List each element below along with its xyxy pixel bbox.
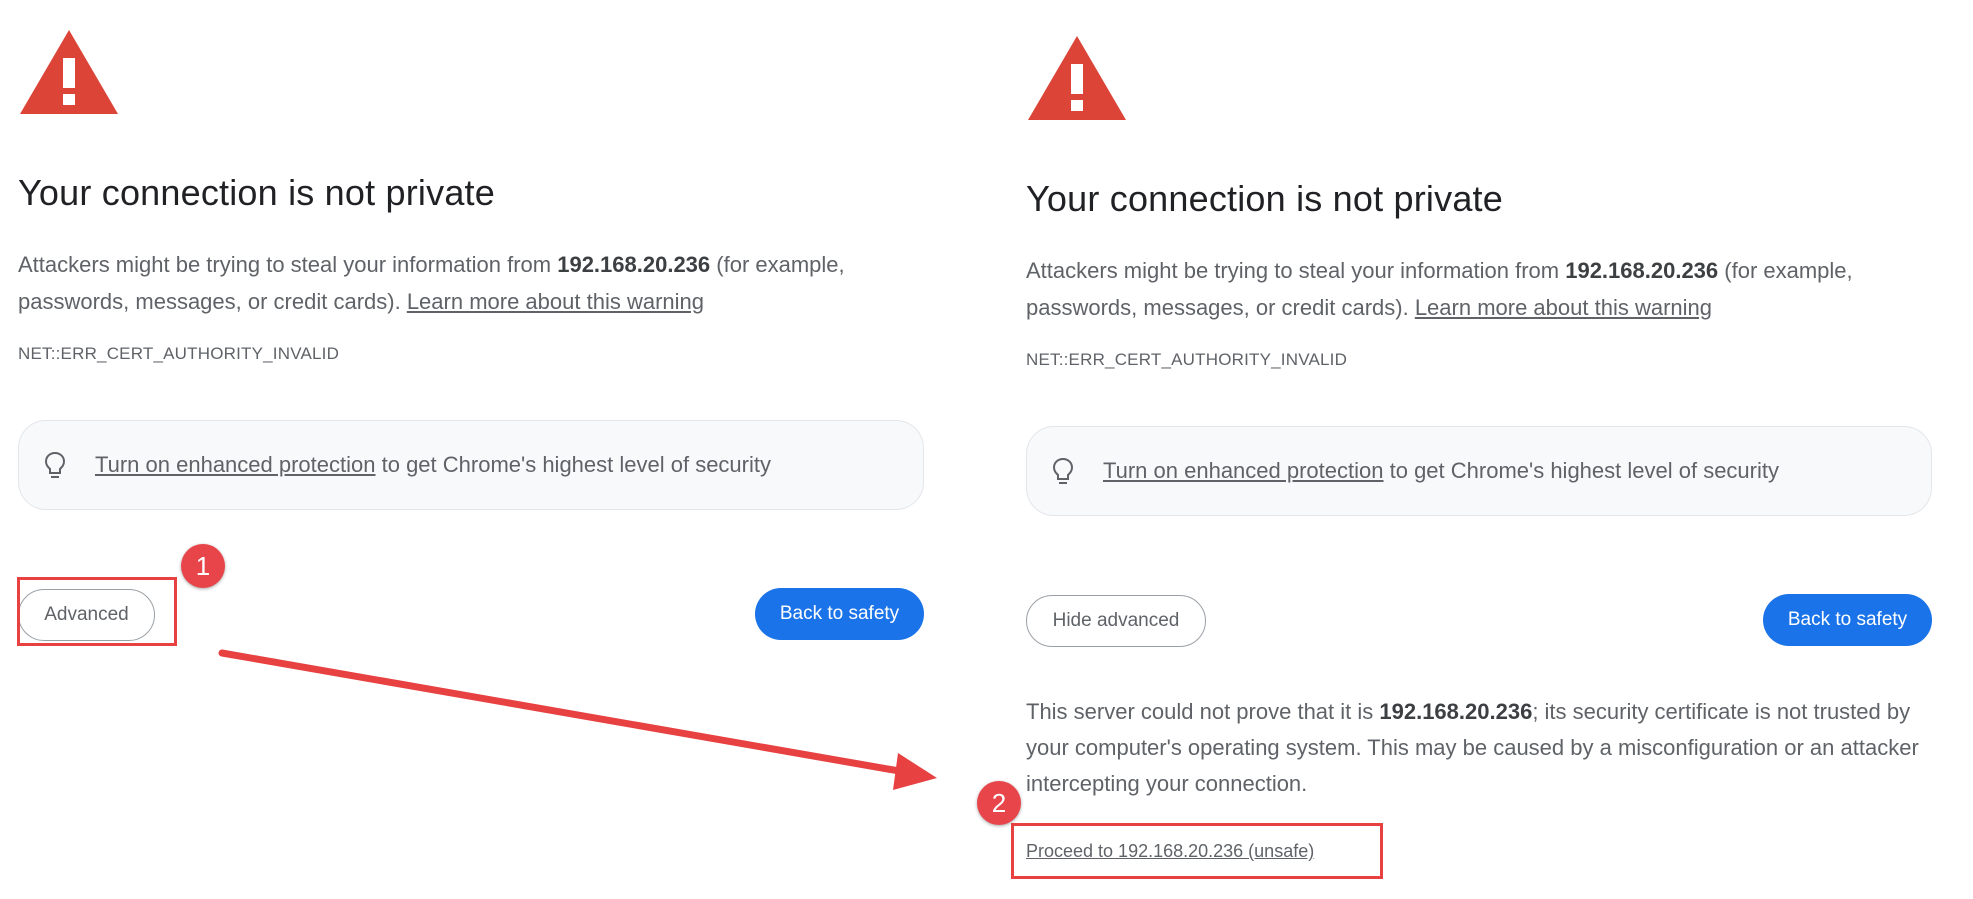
warning-triangle-icon [1028, 36, 1126, 120]
enhanced-protection-text: Turn on enhanced protection to get Chrom… [95, 452, 771, 478]
details-host: 192.168.20.236 [1379, 699, 1533, 724]
advanced-details-text: This server could not prove that it is 1… [1026, 694, 1926, 802]
back-to-safety-button[interactable]: Back to safety [755, 588, 924, 640]
warning-description: Attackers might be trying to steal your … [18, 246, 938, 320]
interstitial-right: Your connection is not private Attackers… [1026, 6, 1956, 899]
host-name: 192.168.20.236 [1565, 258, 1719, 283]
back-to-safety-button[interactable]: Back to safety [1763, 594, 1932, 646]
proceed-unsafe-link[interactable]: Proceed to 192.168.20.236 (unsafe) [1026, 841, 1314, 862]
enhanced-protection-link[interactable]: Turn on enhanced protection [95, 452, 376, 477]
enhanced-protection-suffix: to get Chrome's highest level of securit… [375, 452, 771, 477]
learn-more-link[interactable]: Learn more about this warning [1415, 295, 1712, 320]
details-prefix: This server could not prove that it is [1026, 699, 1380, 724]
error-code: NET::ERR_CERT_AUTHORITY_INVALID [1026, 350, 1348, 369]
annotation-badge-2: 2 [977, 781, 1021, 825]
learn-more-link[interactable]: Learn more about this warning [407, 289, 704, 314]
description-prefix: Attackers might be trying to steal your … [18, 252, 558, 277]
warning-description: Attackers might be trying to steal your … [1026, 252, 1946, 326]
host-name: 192.168.20.236 [557, 252, 711, 277]
annotation-badge-1: 1 [181, 544, 225, 588]
description-prefix: Attackers might be trying to steal your … [1026, 258, 1566, 283]
hide-advanced-button[interactable]: Hide advanced [1026, 595, 1206, 647]
screenshot-stage: Your connection is not private Attackers… [0, 0, 1973, 899]
page-title: Your connection is not private [1026, 178, 1503, 219]
lightbulb-icon [44, 451, 66, 478]
enhanced-protection-link[interactable]: Turn on enhanced protection [1103, 458, 1384, 483]
page-title: Your connection is not private [18, 172, 495, 213]
error-code: NET::ERR_CERT_AUTHORITY_INVALID [18, 344, 340, 363]
enhanced-protection-banner: Turn on enhanced protection to get Chrom… [18, 420, 924, 510]
advanced-button[interactable]: Advanced [18, 589, 155, 641]
enhanced-protection-suffix: to get Chrome's highest level of securit… [1383, 458, 1779, 483]
interstitial-left: Your connection is not private Attackers… [18, 0, 948, 899]
enhanced-protection-text: Turn on enhanced protection to get Chrom… [1103, 458, 1779, 484]
enhanced-protection-banner: Turn on enhanced protection to get Chrom… [1026, 426, 1932, 516]
lightbulb-icon [1052, 457, 1074, 484]
warning-triangle-icon [20, 30, 118, 114]
